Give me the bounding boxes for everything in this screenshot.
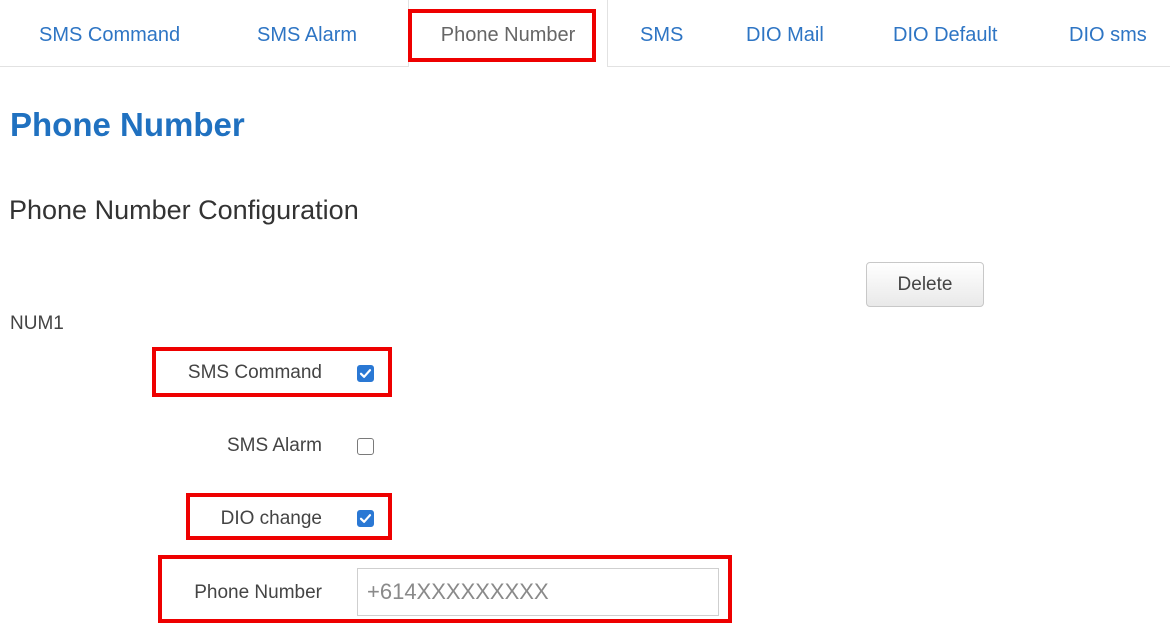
tab-bar: SMS Command SMS Alarm Phone Number SMS D… <box>0 0 1170 67</box>
checkmark-icon <box>359 514 372 523</box>
section-title: Phone Number Configuration <box>9 195 359 225</box>
entry-name-label: NUM1 <box>10 313 64 334</box>
tab-sms[interactable]: SMS <box>640 0 683 66</box>
tab-dio-sms[interactable]: DIO sms <box>1069 0 1147 66</box>
sms-alarm-label: SMS Alarm <box>226 435 322 456</box>
tab-sms-alarm[interactable]: SMS Alarm <box>257 0 357 66</box>
phone-number-input[interactable] <box>357 568 719 616</box>
checkmark-icon <box>359 369 372 378</box>
tab-phone-number[interactable]: Phone Number <box>408 0 608 67</box>
delete-button[interactable]: Delete <box>866 262 984 307</box>
sms-command-label: SMS Command <box>187 362 322 383</box>
dio-change-checkbox[interactable] <box>357 510 374 527</box>
sms-command-checkbox[interactable] <box>357 365 374 382</box>
sms-alarm-checkbox[interactable] <box>357 438 374 455</box>
tab-sms-command[interactable]: SMS Command <box>39 0 180 66</box>
tab-dio-mail[interactable]: DIO Mail <box>746 0 824 66</box>
tab-dio-default[interactable]: DIO Default <box>893 0 997 66</box>
phone-number-label: Phone Number <box>194 582 322 603</box>
dio-change-label: DIO change <box>220 508 322 529</box>
page-title: Phone Number <box>10 106 245 143</box>
